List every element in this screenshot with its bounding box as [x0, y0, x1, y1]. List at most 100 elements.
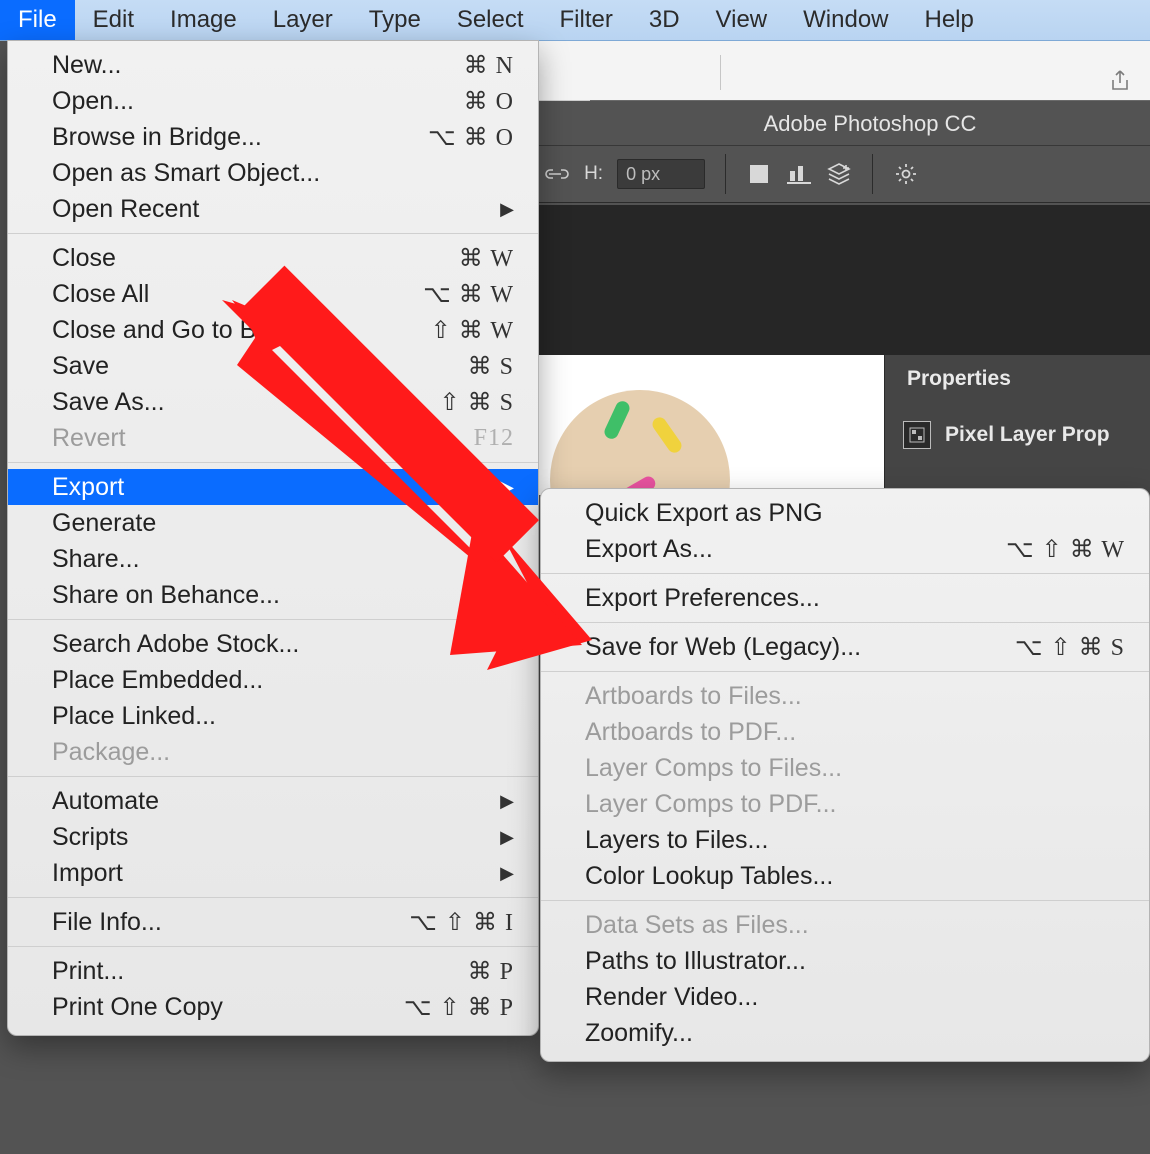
- menu-item-label: Layers to Files...: [585, 826, 768, 855]
- menu-edit[interactable]: Edit: [75, 0, 152, 40]
- submenu-arrow-icon: ▶: [500, 791, 514, 812]
- fill-swatch-icon[interactable]: [746, 161, 772, 187]
- file-menu-item-scripts[interactable]: Scripts▶: [8, 819, 538, 855]
- file-menu-item-place-embedded[interactable]: Place Embedded...: [8, 662, 538, 698]
- gear-icon[interactable]: [893, 161, 919, 187]
- file-menu-item-print[interactable]: Print...⌘ P: [8, 953, 538, 989]
- export-menu-item-layer-comps-to-pdf: Layer Comps to PDF...: [541, 786, 1149, 822]
- export-menu-item-quick-export-as-png[interactable]: Quick Export as PNG: [541, 495, 1149, 531]
- options-h-field[interactable]: 0 px: [617, 159, 705, 189]
- menu-file[interactable]: File: [0, 0, 75, 40]
- menu-item-label: Export As...: [585, 535, 713, 564]
- menu-item-label: Quick Export as PNG: [585, 499, 823, 528]
- export-menu-item-artboards-to-files: Artboards to Files...: [541, 678, 1149, 714]
- properties-tab-label: Properties: [907, 367, 1011, 391]
- export-menu-item-color-lookup-tables[interactable]: Color Lookup Tables...: [541, 858, 1149, 894]
- submenu-arrow-icon: ▶: [500, 513, 514, 534]
- export-menu-item-zoomify[interactable]: Zoomify...: [541, 1015, 1149, 1051]
- menu-item-shortcut: ⌥ ⇧ ⌘ W: [1006, 535, 1125, 564]
- file-menu-item-import[interactable]: Import ▶: [8, 855, 538, 891]
- menu-type[interactable]: Type: [351, 0, 439, 40]
- menu-item-label: Save As...: [52, 388, 165, 417]
- layers-stack-icon[interactable]: [826, 161, 852, 187]
- share-icon[interactable]: [1110, 70, 1130, 98]
- file-menu-item-open-as-smart-object[interactable]: Open as Smart Object...: [8, 155, 538, 191]
- properties-tab[interactable]: Properties: [885, 355, 1150, 403]
- export-menu-item-separator: [541, 622, 1149, 623]
- menu-window[interactable]: Window: [785, 0, 906, 40]
- menu-item-label: File Info...: [52, 908, 162, 937]
- file-menu-item-open-recent[interactable]: Open Recent ▶: [8, 191, 538, 227]
- menu-item-label: Place Linked...: [52, 702, 216, 731]
- sprinkle-yellow: [650, 415, 684, 456]
- menu-item-shortcut: ⌥ ⇧ ⌘ P: [404, 993, 514, 1022]
- menu-item-label: Package...: [52, 738, 170, 767]
- submenu-arrow-icon: ▶: [500, 477, 514, 498]
- menu-item-shortcut: ⌥ ⇧ ⌘ I: [409, 908, 514, 937]
- export-menu-item-render-video[interactable]: Render Video...: [541, 979, 1149, 1015]
- menu-item-label: Import: [52, 859, 123, 888]
- menu-item-label: Export: [52, 473, 124, 502]
- menu-help[interactable]: Help: [907, 0, 992, 40]
- file-menu-item-place-linked[interactable]: Place Linked...: [8, 698, 538, 734]
- file-menu-item-save-as[interactable]: Save As...⇧ ⌘ S: [8, 384, 538, 420]
- menu-item-label: Scripts: [52, 823, 128, 852]
- menu-item-label: Open as Smart Object...: [52, 159, 320, 188]
- file-menu-item-close-all[interactable]: Close All⌥ ⌘ W: [8, 276, 538, 312]
- file-menu-item-share-on-behance[interactable]: Share on Behance...: [8, 577, 538, 613]
- menu-filter[interactable]: Filter: [542, 0, 631, 40]
- menu-3d[interactable]: 3D: [631, 0, 698, 40]
- file-menu-item-open[interactable]: Open...⌘ O: [8, 83, 538, 119]
- export-menu-item-layers-to-files[interactable]: Layers to Files...: [541, 822, 1149, 858]
- submenu-arrow-icon: ▶: [500, 199, 514, 220]
- options-divider-2: [872, 154, 873, 194]
- menu-item-label: Layer Comps to PDF...: [585, 790, 836, 819]
- menu-item-label: Data Sets as Files...: [585, 911, 809, 940]
- sprinkle-green: [602, 399, 632, 441]
- menu-layer[interactable]: Layer: [255, 0, 351, 40]
- export-menu-item-save-for-web-legacy[interactable]: Save for Web (Legacy)...⌥ ⇧ ⌘ S: [541, 629, 1149, 665]
- file-menu-item-export[interactable]: Export ▶: [8, 469, 538, 505]
- file-menu-item-close-and-go-to-bridge[interactable]: Close and Go to Bridge...⇧ ⌘ W: [8, 312, 538, 348]
- menu-item-shortcut: ⌥ ⇧ ⌘ S: [1015, 633, 1125, 662]
- file-menu-item-separator: [8, 897, 538, 898]
- menu-item-label: Color Lookup Tables...: [585, 862, 833, 891]
- file-menu-item-new[interactable]: New...⌘ N: [8, 47, 538, 83]
- options-divider: [725, 154, 726, 194]
- file-menu-item-generate[interactable]: Generate ▶: [8, 505, 538, 541]
- export-menu-item-export-preferences[interactable]: Export Preferences...: [541, 580, 1149, 616]
- file-menu-item-browse-in-bridge[interactable]: Browse in Bridge...⌥ ⌘ O: [8, 119, 538, 155]
- file-menu-item-share[interactable]: Share...: [8, 541, 538, 577]
- menu-select[interactable]: Select: [439, 0, 542, 40]
- app-title-bar: Adobe Photoshop CC: [590, 100, 1150, 146]
- app-title-text: Adobe Photoshop CC: [764, 111, 977, 136]
- export-menu-item-export-as[interactable]: Export As... ⌥ ⇧ ⌘ W: [541, 531, 1149, 567]
- options-h-value: 0 px: [626, 164, 660, 185]
- file-menu-item-save[interactable]: Save⌘ S: [8, 348, 538, 384]
- menu-item-shortcut: F12: [474, 425, 514, 452]
- menu-item-label: Share on Behance...: [52, 581, 280, 610]
- file-menu-item-separator: [8, 462, 538, 463]
- menu-item-label: Zoomify...: [585, 1019, 693, 1048]
- pixel-layer-icon: [903, 421, 931, 449]
- file-menu-item-automate[interactable]: Automate ▶: [8, 783, 538, 819]
- menu-item-label: Automate: [52, 787, 159, 816]
- submenu-arrow-icon: ▶: [500, 863, 514, 884]
- menu-item-label: Share...: [52, 545, 140, 574]
- export-menu-item-paths-to-illustrator[interactable]: Paths to Illustrator...: [541, 943, 1149, 979]
- menu-view[interactable]: View: [698, 0, 786, 40]
- link-icon[interactable]: [544, 161, 570, 187]
- menu-item-label: Export Preferences...: [585, 584, 820, 613]
- menu-item-label: Generate: [52, 509, 156, 538]
- menu-item-label: Render Video...: [585, 983, 758, 1012]
- file-menu-item-search-adobe-stock[interactable]: Search Adobe Stock...: [8, 626, 538, 662]
- align-bottom-icon[interactable]: [786, 161, 812, 187]
- menu-item-shortcut: ⇧ ⌘ W: [431, 316, 514, 345]
- menu-item-label: Open...: [52, 87, 134, 116]
- properties-body-label: Pixel Layer Prop: [945, 423, 1110, 447]
- file-menu-item-close[interactable]: Close⌘ W: [8, 240, 538, 276]
- file-menu-item-file-info[interactable]: File Info... ⌥ ⇧ ⌘ I: [8, 904, 538, 940]
- menu-item-label: Open Recent: [52, 195, 199, 224]
- file-menu-item-print-one-copy[interactable]: Print One Copy⌥ ⇧ ⌘ P: [8, 989, 538, 1025]
- menu-image[interactable]: Image: [152, 0, 255, 40]
